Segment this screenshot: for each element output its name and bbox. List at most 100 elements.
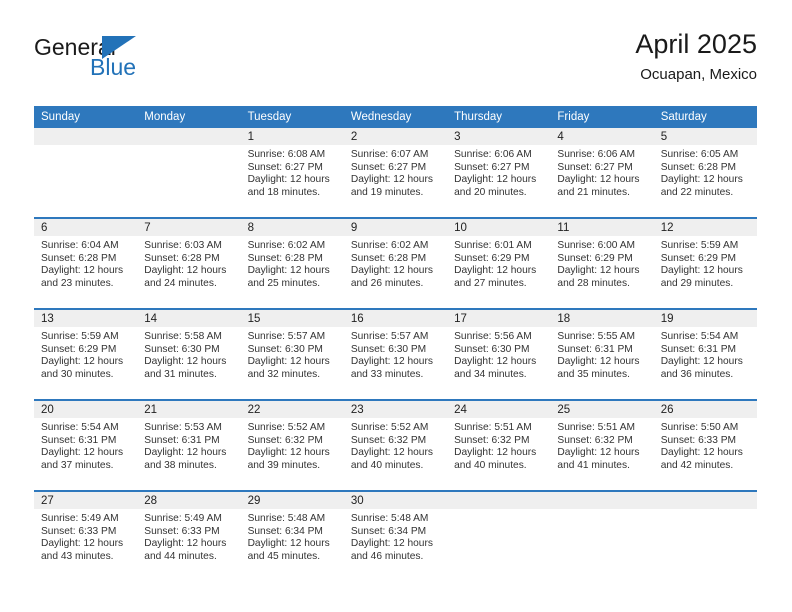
calendar-day-cell[interactable]: 16 Sunrise: 5:57 AM Sunset: 6:30 PM Dayligh… — [343, 308, 448, 400]
sunset-text: Sunset: 6:29 PM — [557, 252, 633, 264]
day-cell-inner — [137, 128, 241, 215]
day-cell-inner — [550, 492, 654, 579]
daylight-text-line2: and 28 minutes. — [557, 277, 630, 289]
daylight-text-line1: Daylight: 12 hours — [557, 356, 640, 368]
calendar-day-cell[interactable]: 1 Sunrise: 6:08 AM Sunset: 6:27 PM Daylight… — [240, 128, 344, 218]
sunset-text: Sunset: 6:29 PM — [41, 343, 117, 355]
sunset-text: Sunset: 6:32 PM — [454, 434, 530, 446]
daylight-text-line1: Daylight: 12 hours — [454, 447, 537, 459]
daylight-text-line2: and 46 minutes. — [350, 550, 424, 562]
calendar-day-cell[interactable]: 9 Sunrise: 6:02 AM Sunset: 6:28 PM Daylight… — [343, 217, 448, 309]
calendar-day-cell[interactable]: 15 Sunrise: 5:57 AM Sunset: 6:30 PM Dayligh… — [240, 308, 344, 400]
day-details: Sunrise: 5:57 AM Sunset: 6:30 PM Daylight:… — [241, 327, 344, 381]
daylight-text-line2: and 20 minutes. — [454, 186, 527, 198]
calendar-day-cell[interactable]: 26 Sunrise: 5:50 AM Sunset: 6:33 PM Dayligh… — [653, 399, 757, 491]
calendar-day-cell[interactable]: 21 Sunrise: 5:53 AM Sunset: 6:31 PM Dayligh… — [137, 399, 241, 491]
day-number: 13 — [34, 310, 138, 327]
calendar-day-cell[interactable]: 25 Sunrise: 5:51 AM Sunset: 6:32 PM Dayligh… — [550, 399, 654, 491]
day-details: Sunrise: 5:53 AM Sunset: 6:31 PM Daylight:… — [137, 418, 240, 472]
day-number: 1 — [240, 128, 344, 145]
daylight-text-line1: Daylight: 12 hours — [557, 174, 640, 186]
day-number — [447, 492, 551, 509]
day-cell-inner: 24 Sunrise: 5:51 AM Sunset: 6:32 PM Dayligh… — [447, 401, 551, 488]
sunrise-text: Sunrise: 5:53 AM — [144, 422, 222, 433]
calendar-day-cell[interactable]: 12 Sunrise: 5:59 AM Sunset: 6:29 PM Dayligh… — [653, 217, 757, 309]
calendar-day-cell[interactable]: 3 Sunrise: 6:06 AM Sunset: 6:27 PM Daylight… — [447, 128, 551, 218]
daylight-text-line2: and 44 minutes. — [144, 550, 217, 562]
calendar-day-cell[interactable]: 22 Sunrise: 5:52 AM Sunset: 6:32 PM Dayligh… — [240, 399, 344, 491]
weekday-header-wednesday: Wednesday — [343, 106, 448, 128]
calendar-day-cell[interactable]: 14 Sunrise: 5:58 AM Sunset: 6:30 PM Dayligh… — [137, 308, 241, 400]
sunrise-text: Sunrise: 5:59 AM — [41, 331, 119, 342]
day-details: Sunrise: 5:49 AM Sunset: 6:33 PM Daylight:… — [34, 509, 137, 563]
calendar-day-cell[interactable]: 23 Sunrise: 5:52 AM Sunset: 6:32 PM Dayligh… — [343, 399, 448, 491]
sunrise-text: Sunrise: 6:02 AM — [350, 240, 429, 251]
calendar-day-cell[interactable]: 20 Sunrise: 5:54 AM Sunset: 6:31 PM Dayligh… — [34, 399, 138, 491]
day-number: 22 — [240, 401, 344, 418]
calendar-cell-empty — [137, 128, 241, 218]
sunrise-text: Sunrise: 5:58 AM — [144, 331, 222, 342]
sunrise-text: Sunrise: 5:54 AM — [41, 422, 119, 433]
daylight-text-line1: Daylight: 12 hours — [41, 265, 124, 277]
daylight-text-line2: and 39 minutes. — [247, 459, 321, 471]
sunrise-text: Sunrise: 5:55 AM — [557, 331, 635, 342]
day-number: 28 — [137, 492, 241, 509]
calendar-day-cell[interactable]: 28 Sunrise: 5:49 AM Sunset: 6:33 PM Dayligh… — [137, 490, 241, 581]
day-cell-inner: 26 Sunrise: 5:50 AM Sunset: 6:33 PM Dayligh… — [653, 401, 757, 488]
sunrise-text: Sunrise: 6:07 AM — [350, 149, 429, 160]
sunrise-text: Sunrise: 6:01 AM — [454, 240, 532, 251]
daylight-text-line2: and 24 minutes. — [144, 277, 217, 289]
day-number: 23 — [343, 401, 448, 418]
calendar-day-cell[interactable]: 17 Sunrise: 5:56 AM Sunset: 6:30 PM Dayligh… — [447, 308, 551, 400]
calendar-day-cell[interactable]: 27 Sunrise: 5:49 AM Sunset: 6:33 PM Dayligh… — [34, 490, 138, 581]
calendar-day-cell[interactable]: 2 Sunrise: 6:07 AM Sunset: 6:27 PM Daylight… — [343, 128, 448, 218]
day-details: Sunrise: 5:54 AM Sunset: 6:31 PM Daylight:… — [654, 327, 757, 381]
calendar-day-cell[interactable]: 5 Sunrise: 6:05 AM Sunset: 6:28 PM Daylight… — [653, 128, 757, 218]
calendar-day-cell[interactable]: 29 Sunrise: 5:48 AM Sunset: 6:34 PM Dayligh… — [240, 490, 344, 581]
sunset-text: Sunset: 6:31 PM — [144, 434, 220, 446]
calendar-day-cell[interactable]: 7 Sunrise: 6:03 AM Sunset: 6:28 PM Daylight… — [137, 217, 241, 309]
calendar-day-cell[interactable]: 11 Sunrise: 6:00 AM Sunset: 6:29 PM Dayligh… — [550, 217, 654, 309]
daylight-text-line1: Daylight: 12 hours — [41, 447, 124, 459]
day-cell-inner — [447, 492, 551, 579]
calendar-day-cell[interactable]: 18 Sunrise: 5:55 AM Sunset: 6:31 PM Dayligh… — [550, 308, 654, 400]
day-details: Sunrise: 6:00 AM Sunset: 6:29 PM Daylight:… — [550, 236, 653, 290]
day-cell-inner — [653, 492, 757, 579]
day-details: Sunrise: 5:49 AM Sunset: 6:33 PM Daylight:… — [137, 509, 240, 563]
calendar-day-cell[interactable]: 19 Sunrise: 5:54 AM Sunset: 6:31 PM Dayligh… — [653, 308, 757, 400]
daylight-text-line2: and 22 minutes. — [660, 186, 734, 198]
calendar-day-cell[interactable]: 10 Sunrise: 6:01 AM Sunset: 6:29 PM Dayligh… — [447, 217, 551, 309]
sunrise-text: Sunrise: 5:51 AM — [454, 422, 532, 433]
weekday-header-tuesday: Tuesday — [240, 106, 344, 128]
calendar-day-cell[interactable]: 4 Sunrise: 6:06 AM Sunset: 6:27 PM Daylight… — [550, 128, 654, 218]
daylight-text-line1: Daylight: 12 hours — [144, 356, 227, 368]
day-cell-inner: 1 Sunrise: 6:08 AM Sunset: 6:27 PM Daylight… — [240, 128, 344, 215]
day-details: Sunrise: 5:54 AM Sunset: 6:31 PM Daylight:… — [34, 418, 137, 472]
daylight-text-line1: Daylight: 12 hours — [557, 447, 640, 459]
daylight-text-line1: Daylight: 12 hours — [247, 174, 330, 186]
day-details: Sunrise: 6:07 AM Sunset: 6:27 PM Daylight:… — [344, 145, 447, 199]
sunrise-sunset-calendar: Sunday Monday Tuesday Wednesday Thursday Frid… — [34, 106, 757, 581]
calendar-day-cell[interactable]: 6 Sunrise: 6:04 AM Sunset: 6:28 PM Daylight… — [34, 217, 138, 309]
calendar-day-cell[interactable]: 13 Sunrise: 5:59 AM Sunset: 6:29 PM Dayligh… — [34, 308, 138, 400]
day-number: 21 — [137, 401, 241, 418]
day-details: Sunrise: 5:58 AM Sunset: 6:30 PM Daylight:… — [137, 327, 240, 381]
day-number: 25 — [550, 401, 654, 418]
day-details: Sunrise: 6:04 AM Sunset: 6:28 PM Daylight:… — [34, 236, 137, 290]
sunrise-text: Sunrise: 5:48 AM — [247, 513, 326, 524]
calendar-day-cell[interactable]: 30 Sunrise: 5:48 AM Sunset: 6:34 PM Dayligh… — [343, 490, 448, 581]
day-details: Sunrise: 5:57 AM Sunset: 6:30 PM Daylight:… — [344, 327, 447, 381]
calendar-cell-empty — [34, 128, 138, 218]
sunrise-text: Sunrise: 5:57 AM — [350, 331, 429, 342]
day-cell-inner: 5 Sunrise: 6:05 AM Sunset: 6:28 PM Daylight… — [653, 128, 757, 215]
sunrise-text: Sunrise: 6:06 AM — [454, 149, 532, 160]
sunset-text: Sunset: 6:30 PM — [454, 343, 530, 355]
day-details: Sunrise: 5:52 AM Sunset: 6:32 PM Daylight:… — [241, 418, 344, 472]
calendar-day-cell[interactable]: 8 Sunrise: 6:02 AM Sunset: 6:28 PM Daylight… — [240, 217, 344, 309]
sunset-text: Sunset: 6:28 PM — [144, 252, 220, 264]
calendar-day-cell[interactable]: 24 Sunrise: 5:51 AM Sunset: 6:32 PM Dayligh… — [447, 399, 551, 491]
calendar-week-row: 1 Sunrise: 6:08 AM Sunset: 6:27 PM Daylight… — [34, 128, 757, 218]
day-number — [653, 492, 757, 509]
daylight-text-line2: and 34 minutes. — [454, 368, 527, 380]
day-number — [34, 128, 138, 145]
